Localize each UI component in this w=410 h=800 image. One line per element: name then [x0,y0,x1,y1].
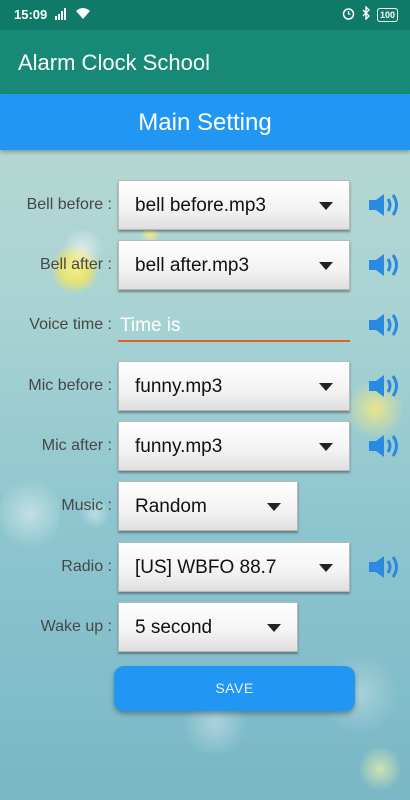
status-right-icons: 100 [342,5,398,23]
caret-down-icon [319,443,333,451]
row-mic-before: Mic before : funny.mp3 [0,361,410,411]
voice-time-input[interactable] [118,312,350,340]
bell-before-speaker-icon[interactable] [368,191,406,219]
row-bell-before: Bell before : bell before.mp3 [0,180,410,230]
caret-down-icon [267,624,281,632]
bell-after-value: bell after.mp3 [135,255,250,276]
wake-up-value: 5 second [135,617,213,638]
row-voice-time: Voice time : [0,300,410,350]
status-bar: 15:09 100 [0,0,410,30]
caret-down-icon [319,202,333,210]
music-label: Music : [61,497,112,514]
caret-down-icon [267,503,281,511]
music-dropdown[interactable]: Random [118,481,298,531]
radio-label: Radio : [61,558,112,575]
app-title: Alarm Clock School [18,50,210,75]
mic-after-label: Mic after : [41,437,112,454]
wifi-icon [75,6,91,23]
music-value: Random [135,496,207,517]
caret-down-icon [319,383,333,391]
bell-after-label: Bell after : [39,256,112,273]
jellyfish-decoration [360,744,400,794]
row-music: Music : Random [0,481,410,531]
mic-before-dropdown[interactable]: funny.mp3 [118,361,350,411]
caret-down-icon [319,262,333,270]
voice-time-speaker-icon[interactable] [368,311,406,339]
radio-dropdown[interactable]: [US] WBFO 88.7 [118,542,350,592]
section-title: Main Setting [138,109,272,136]
bluetooth-icon [361,5,371,23]
voice-time-label: Voice time : [29,316,112,333]
mic-before-speaker-icon[interactable] [368,372,406,400]
mic-after-value: funny.mp3 [135,436,223,457]
status-time: 15:09 [14,7,48,22]
alarm-status-icon [342,7,355,23]
bell-before-value: bell before.mp3 [135,195,266,216]
row-mic-after: Mic after : funny.mp3 [0,421,410,471]
caret-down-icon [319,564,333,572]
mic-after-dropdown[interactable]: funny.mp3 [118,421,350,471]
mic-before-value: funny.mp3 [135,376,223,397]
row-bell-after: Bell after : bell after.mp3 [0,240,410,290]
save-button[interactable]: SAVE [114,666,355,711]
voice-time-field[interactable] [118,300,350,350]
mic-before-label: Mic before : [28,377,112,394]
bell-after-speaker-icon[interactable] [368,251,406,279]
voice-time-underline [118,340,350,342]
wake-up-label: Wake up : [40,618,112,635]
row-wake-up: Wake up : 5 second [0,602,410,652]
wake-up-dropdown[interactable]: 5 second [118,602,298,652]
bell-before-dropdown[interactable]: bell before.mp3 [118,180,350,230]
bell-before-label: Bell before : [26,196,112,213]
radio-value: [US] WBFO 88.7 [135,557,277,578]
bell-after-dropdown[interactable]: bell after.mp3 [118,240,350,290]
radio-speaker-icon[interactable] [368,553,406,581]
battery-icon: 100 [376,7,398,22]
row-radio: Radio : [US] WBFO 88.7 [0,542,410,592]
mic-after-speaker-icon[interactable] [368,432,406,460]
app-bar: Alarm Clock School [0,30,410,94]
section-header: Main Setting [0,94,410,150]
signal-icon [55,8,66,20]
